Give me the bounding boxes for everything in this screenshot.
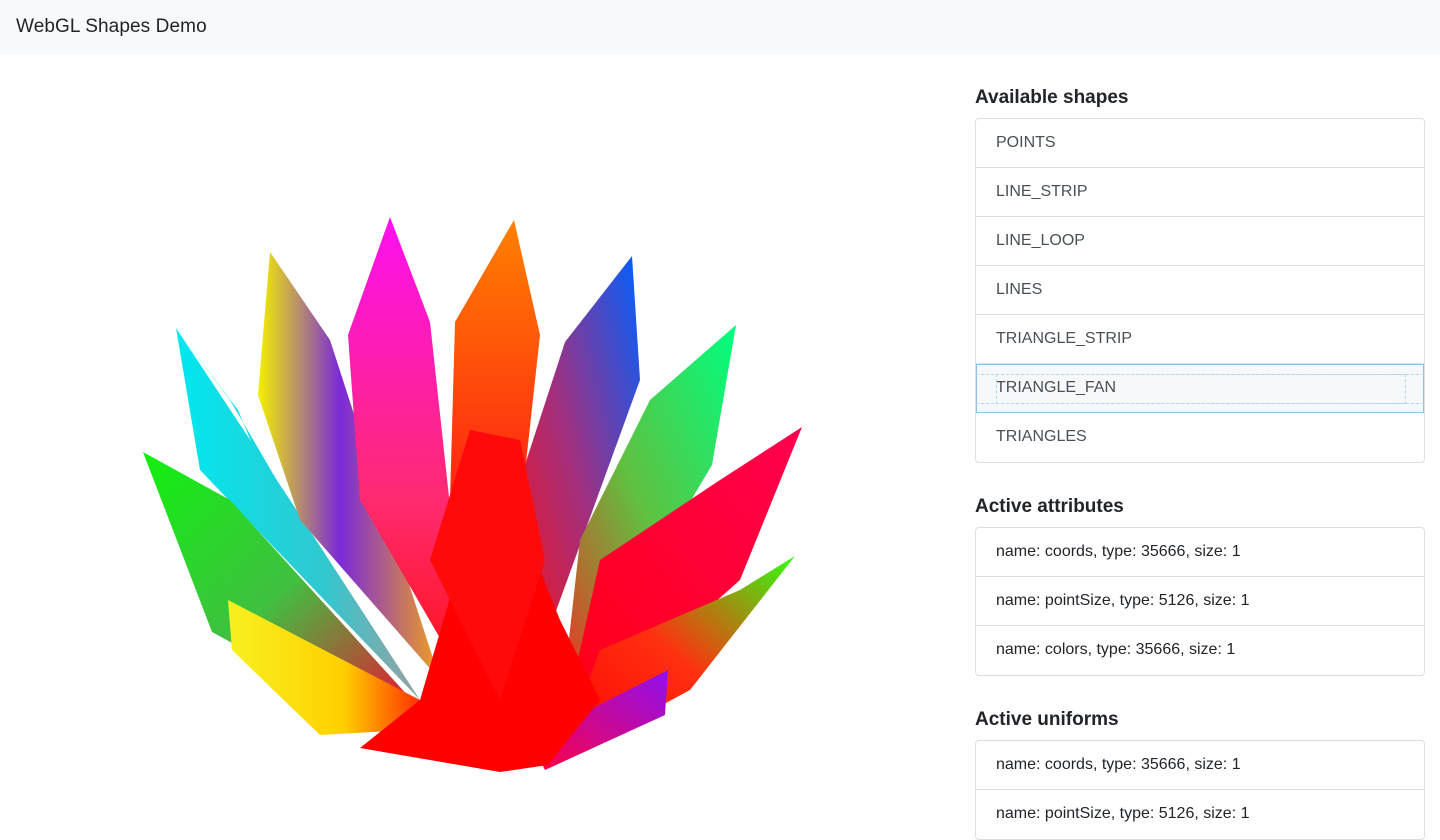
shape-item-line-strip[interactable]: LINE_STRIP bbox=[976, 168, 1424, 217]
uniform-item: name: coords, type: 35666, size: 1 bbox=[976, 741, 1424, 790]
attribute-item: name: colors, type: 35666, size: 1 bbox=[996, 641, 1236, 658]
uniform-item: name: pointSize, type: 5126, size: 1 bbox=[996, 805, 1250, 822]
shape-item-line-loop[interactable]: LINE_LOOP bbox=[976, 217, 1424, 266]
navbar: WebGL Shapes Demo bbox=[0, 0, 1440, 54]
triangle-fan-render bbox=[143, 217, 802, 772]
uniforms-title: Active uniforms bbox=[975, 709, 1119, 730]
uniforms-list: name: coords, type: 35666, size: 1 name:… bbox=[975, 740, 1425, 840]
shape-item-lines[interactable]: LINES bbox=[976, 266, 1424, 315]
attributes-list: name: coords, type: 35666, size: 1 name:… bbox=[975, 527, 1425, 676]
attribute-item: name: coords, type: 35666, size: 1 bbox=[976, 528, 1424, 577]
shape-item-points[interactable]: POINTS bbox=[976, 119, 1424, 168]
shape-item-triangle-strip[interactable]: TRIANGLE_STRIP bbox=[976, 315, 1424, 364]
navbar-brand[interactable]: WebGL Shapes Demo bbox=[16, 16, 207, 38]
attribute-item: name: pointSize, type: 5126, size: 1 bbox=[976, 577, 1424, 626]
shapes-list: POINTS LINE_STRIP LINE_LOOP LINES TRIANG… bbox=[975, 118, 1425, 463]
attributes-title: Active attributes bbox=[975, 496, 1124, 517]
shapes-title: Available shapes bbox=[975, 87, 1129, 108]
shape-item-triangles[interactable]: TRIANGLES bbox=[976, 413, 1424, 462]
webgl-canvas[interactable] bbox=[0, 54, 950, 824]
sidebar: Available shapes POINTS LINE_STRIP LINE_… bbox=[975, 54, 1425, 840]
shape-item-triangle-fan[interactable]: TRIANGLE_FAN bbox=[976, 364, 1424, 413]
